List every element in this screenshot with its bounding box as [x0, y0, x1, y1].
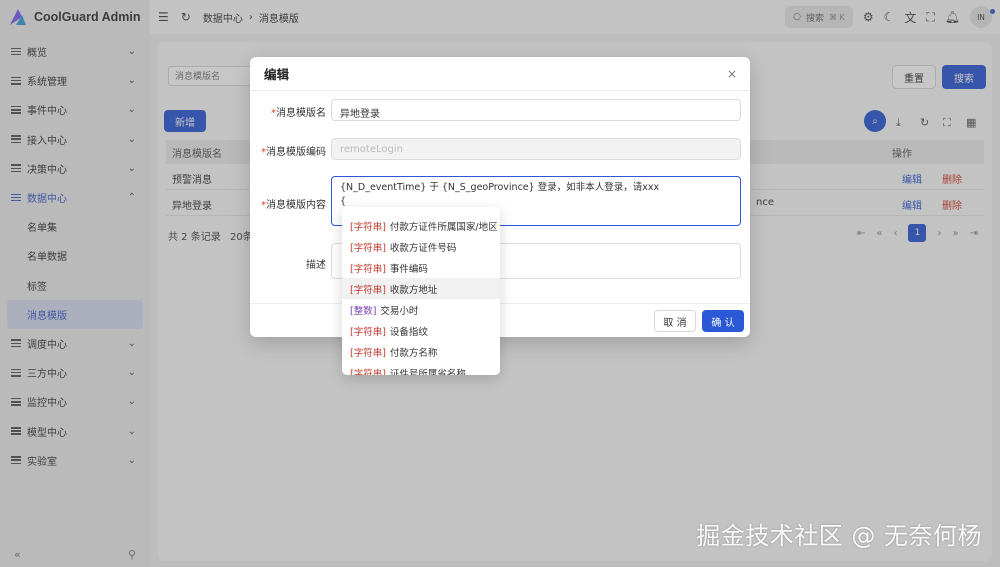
dropdown-option[interactable]: [字符串] 证件号所属省名称 [342, 362, 500, 376]
dropdown-option[interactable]: [字符串] 设备指纹 [342, 320, 500, 341]
edit-modal: 编辑 × *消息模版名 异地登录 *消息模版编码 remoteLogin *消息… [250, 57, 750, 337]
template-code-input: remoteLogin [331, 138, 741, 160]
dropdown-option[interactable]: [整数] 交易小时 [342, 299, 500, 320]
close-icon[interactable]: × [727, 67, 737, 81]
content-line: {N_D_eventTime} 于 {N_S_geoProvince} 登录，如… [340, 182, 660, 193]
name-field-label: *消息模版名 [271, 108, 326, 119]
content-field-label: *消息模版内容 [261, 200, 326, 211]
modal-footer: 取 消 确 认 [250, 303, 750, 337]
watermark: 掘金技术社区 @ 无奈何杨 [696, 522, 982, 550]
dropdown-option[interactable]: [字符串] 付款方证件所属国家/地区 [342, 215, 500, 236]
dropdown-option[interactable]: [字符串] 付款方名称 [342, 341, 500, 362]
dropdown-option[interactable]: [字符串] 收款方证件号码 [342, 236, 500, 257]
cancel-button[interactable]: 取 消 [654, 310, 696, 332]
modal-title: 编辑 [250, 57, 750, 91]
variable-autocomplete-dropdown: [字符串] 付款方证件所属国家/地区 [字符串] 收款方证件号码 [字符串] 事件编码… [342, 207, 500, 375]
description-field-label: 描述 [306, 260, 326, 271]
dropdown-option[interactable]: [字符串] 事件编码 [342, 257, 500, 278]
confirm-button[interactable]: 确 认 [702, 310, 744, 332]
dropdown-option[interactable]: [字符串] 收款方地址 [342, 278, 500, 299]
code-field-label: *消息模版编码 [261, 147, 326, 158]
template-name-input[interactable]: 异地登录 [331, 99, 741, 121]
